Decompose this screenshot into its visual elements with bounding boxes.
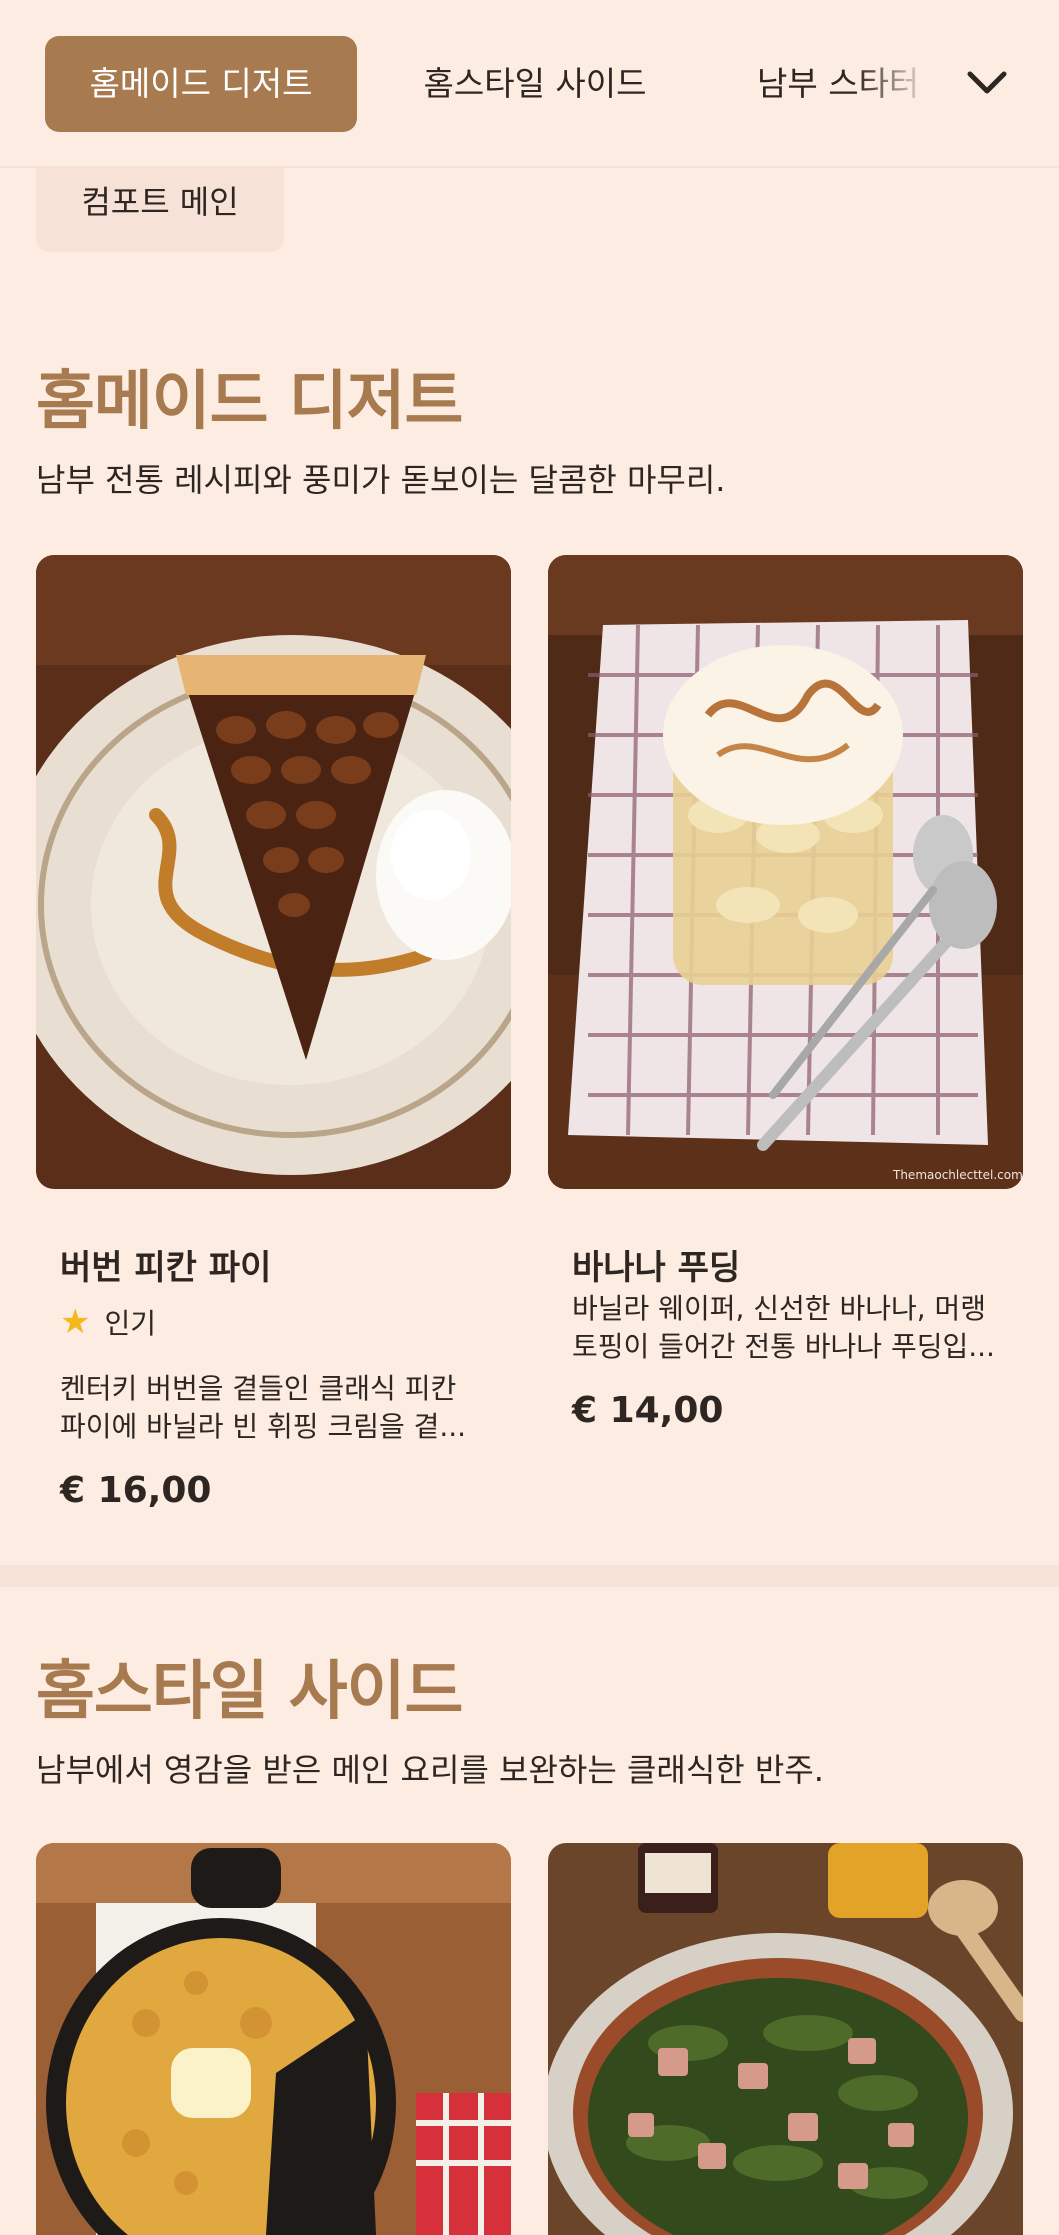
- cornbread-image[interactable]: [36, 1843, 511, 2235]
- item-name: 바나나 푸딩: [572, 1248, 741, 1288]
- popular-badge: ★ 인기: [60, 1302, 156, 1342]
- category-bar: 홈메이드 디저트 홈스타일 사이드 남부 스타터: [0, 0, 1059, 168]
- item-price: € 16,00: [60, 1470, 212, 1511]
- item-price: € 14,00: [572, 1390, 724, 1431]
- star-icon: ★: [60, 1302, 91, 1342]
- badge-label: 인기: [104, 1307, 157, 1340]
- pecan-pie-image[interactable]: [36, 555, 511, 1189]
- tab-homestyle-sides[interactable]: 홈스타일 사이드: [400, 36, 670, 132]
- item-description: 바닐라 웨이퍼, 신선한 바나나, 머랭 토핑이 들어간 전통 바나나 푸딩입.…: [572, 1292, 995, 1363]
- tab-comfort-mains[interactable]: 컴포트 메인: [36, 168, 284, 252]
- section-subtitle: 남부 전통 레시피와 풍미가 돋보이는 달콤한 마무리.: [36, 461, 726, 499]
- tab-homemade-desserts[interactable]: 홈메이드 디저트: [45, 36, 357, 132]
- item-description: 켄터키 버번을 곁들인 클래식 피칸 파이에 바닐라 빈 휘핑 크림을 곁...: [60, 1372, 467, 1443]
- image-watermark: Themaochlecttel.com: [893, 1168, 1023, 1182]
- section-title: 홈스타일 사이드: [36, 1655, 463, 1729]
- item-name: 버번 피칸 파이: [60, 1248, 272, 1288]
- section-title: 홈메이드 디저트: [36, 365, 463, 439]
- collard-greens-image[interactable]: [548, 1843, 1023, 2235]
- banana-pudding-image[interactable]: [548, 555, 1023, 1189]
- tab-fade-overlay: [855, 40, 945, 128]
- section-subtitle: 남부에서 영감을 받은 메인 요리를 보완하는 클래식한 반주.: [36, 1751, 824, 1789]
- section-divider: [0, 1565, 1059, 1587]
- chevron-down-icon[interactable]: [962, 58, 1012, 108]
